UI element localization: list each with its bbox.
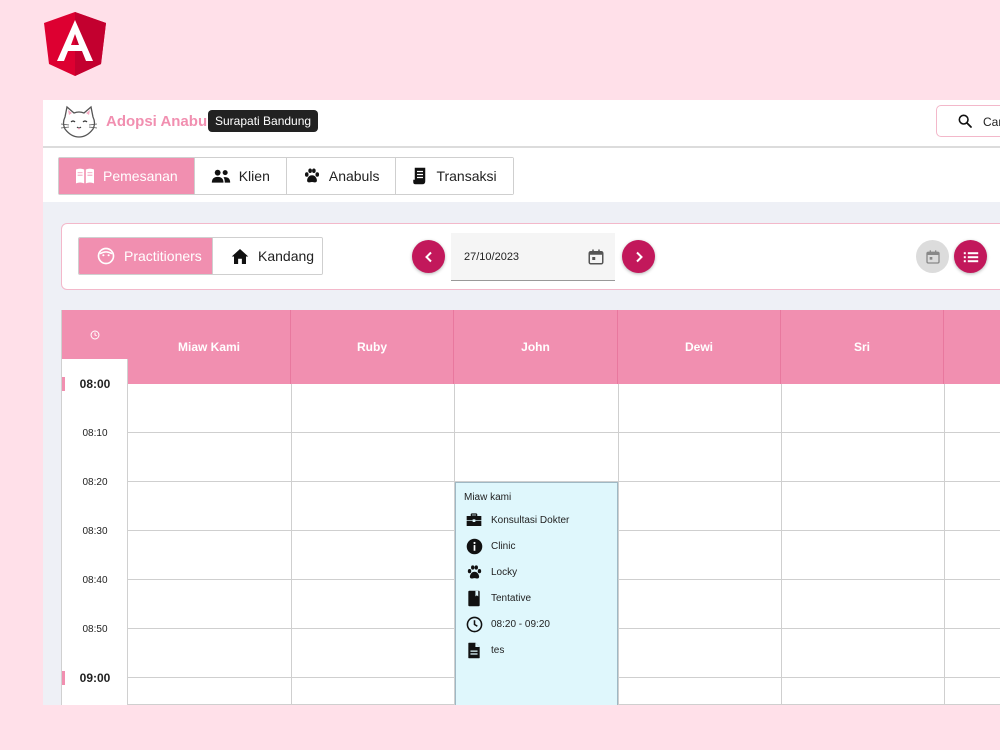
time-label: 08:40 bbox=[82, 575, 108, 586]
grid-line bbox=[291, 384, 292, 705]
tab-klien[interactable]: Klien bbox=[194, 158, 287, 194]
book-icon bbox=[468, 590, 480, 606]
calendar-icon[interactable] bbox=[587, 248, 605, 266]
search-button[interactable]: Car bbox=[936, 105, 1000, 137]
prev-day-button[interactable] bbox=[412, 240, 445, 273]
tab-label: Anabuls bbox=[328, 168, 380, 184]
grid-line bbox=[618, 384, 619, 705]
grid-line bbox=[128, 432, 1000, 433]
chevron-left-icon bbox=[424, 251, 432, 262]
home-icon bbox=[231, 248, 249, 264]
branch-badge[interactable]: Surapati Bandung bbox=[208, 110, 319, 132]
appointment-note: tes bbox=[465, 641, 504, 659]
search-label: Car bbox=[983, 115, 1000, 129]
time-label: 08:10 bbox=[82, 428, 108, 439]
appointment-service-text: Konsultasi Dokter bbox=[491, 514, 570, 526]
appointment-pet: Locky bbox=[465, 563, 517, 581]
practitioner-column-header: Dewi bbox=[618, 310, 781, 384]
face-icon bbox=[97, 247, 115, 265]
info-icon bbox=[466, 538, 482, 554]
chevron-right-icon bbox=[635, 251, 643, 262]
document-icon bbox=[468, 642, 480, 658]
brand-title: Adopsi Anabul bbox=[106, 113, 212, 130]
schedule-toolbar: Practitioners Kandang 27/10/2023 bbox=[61, 223, 1000, 290]
appointment-note-text: tes bbox=[491, 644, 505, 656]
practitioner-column-header: Sri bbox=[781, 310, 944, 384]
appointment-pet-text: Locky bbox=[491, 566, 518, 578]
appointment-status: Tentative bbox=[465, 589, 531, 607]
app-header: Adopsi Anabul Surapati Bandung Car bbox=[43, 100, 1000, 148]
date-picker-field[interactable]: 27/10/2023 bbox=[451, 233, 615, 281]
appointment-service: Konsultasi Dokter bbox=[465, 511, 569, 529]
view-toggle: Practitioners Kandang bbox=[78, 237, 323, 275]
appointment-status-text: Tentative bbox=[491, 592, 532, 604]
nav-tabs: Pemesanan Klien Anabuls Transaksi bbox=[58, 157, 514, 195]
paw-icon bbox=[467, 564, 481, 579]
practitioners-label: Practitioners bbox=[124, 248, 202, 264]
appointment-location: Clinic bbox=[465, 537, 515, 555]
kandang-label: Kandang bbox=[258, 248, 315, 264]
tab-label: Klien bbox=[238, 168, 270, 184]
appointment-time: 08:20 - 09:20 bbox=[465, 615, 550, 633]
kandang-view-button[interactable]: Kandang bbox=[212, 238, 322, 274]
practitioner-column-header bbox=[944, 310, 1000, 384]
practitioner-column-header: John bbox=[454, 310, 618, 384]
paw-icon bbox=[304, 168, 319, 183]
appointment-time-text: 08:20 - 09:20 bbox=[491, 618, 550, 630]
practitioners-view-button[interactable]: Practitioners bbox=[79, 238, 212, 274]
angular-logo-icon bbox=[44, 12, 106, 76]
time-label: 08:20 bbox=[82, 477, 108, 488]
date-value: 27/10/2023 bbox=[464, 251, 520, 263]
tab-label: Pemesanan bbox=[103, 168, 178, 184]
appointment-card[interactable]: Miaw kami Konsultasi Dokter Clinic Locky… bbox=[455, 482, 618, 705]
time-label: 08:00 bbox=[79, 377, 111, 391]
receipt-icon bbox=[413, 167, 426, 185]
people-icon bbox=[211, 169, 230, 183]
calendar-icon bbox=[925, 249, 940, 264]
tab-label: Transaksi bbox=[436, 168, 497, 184]
schedule-calendar: Miaw Kami Ruby John Dewi Sri 08:00 08:10… bbox=[61, 310, 1000, 705]
time-label: 08:30 bbox=[82, 526, 108, 537]
time-column-header bbox=[62, 310, 128, 359]
appointment-location-text: Clinic bbox=[491, 540, 516, 552]
list-view-button[interactable] bbox=[954, 240, 987, 273]
tab-anabuls[interactable]: Anabuls bbox=[286, 158, 397, 194]
practitioner-column-header: Miaw Kami bbox=[128, 310, 291, 384]
clock-icon bbox=[466, 616, 482, 632]
time-label: 08:50 bbox=[82, 624, 108, 635]
book-open-icon bbox=[76, 168, 94, 184]
app-window: Adopsi Anabul Surapati Bandung Car Pemes… bbox=[43, 100, 1000, 705]
tab-transaksi[interactable]: Transaksi bbox=[396, 158, 513, 194]
time-label: 09:00 bbox=[79, 671, 111, 685]
next-day-button[interactable] bbox=[622, 240, 655, 273]
practitioner-column-header: Ruby bbox=[291, 310, 454, 384]
clock-icon bbox=[90, 330, 100, 339]
grid-line bbox=[944, 384, 945, 705]
search-icon bbox=[958, 114, 972, 128]
tab-pemesanan[interactable]: Pemesanan bbox=[59, 158, 195, 194]
main-navbar: Pemesanan Klien Anabuls Transaksi bbox=[43, 148, 1000, 202]
list-icon bbox=[963, 251, 978, 262]
briefcase-icon bbox=[466, 513, 482, 526]
calendar-view-button[interactable] bbox=[916, 240, 949, 273]
cat-logo-icon bbox=[60, 105, 98, 138]
grid-line bbox=[781, 384, 782, 705]
time-column: 08:00 08:10 08:20 08:30 08:40 08:50 09:0… bbox=[62, 359, 128, 705]
appointment-title: Miaw kami bbox=[464, 492, 512, 503]
